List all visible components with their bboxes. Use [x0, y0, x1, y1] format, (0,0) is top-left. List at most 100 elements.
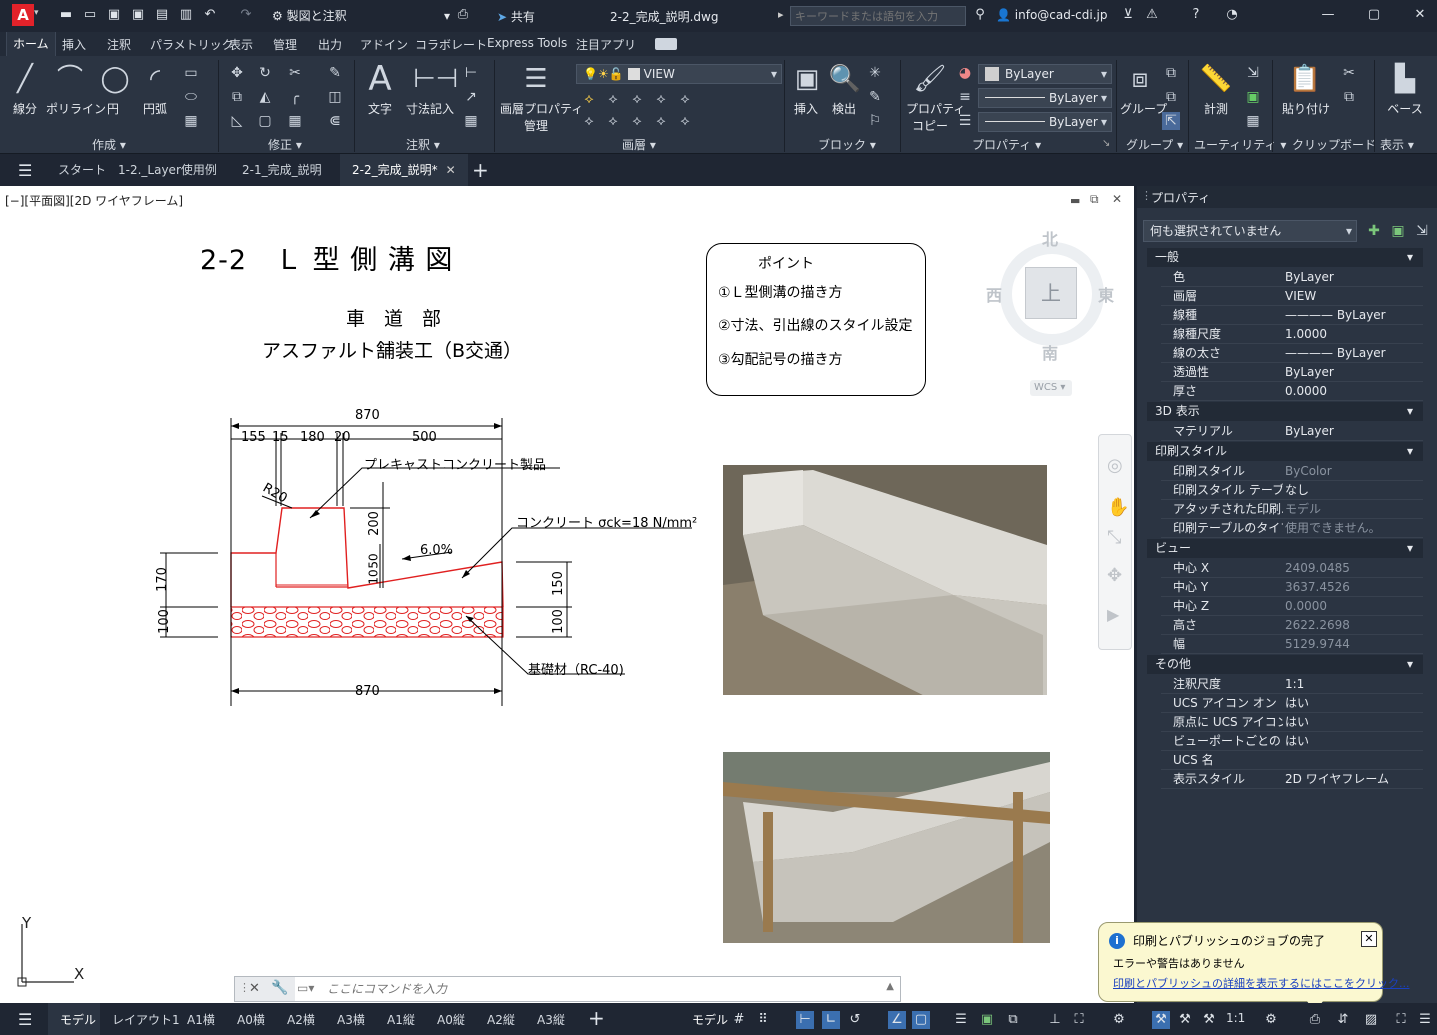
layer-lock-icon[interactable]: ⟡ — [652, 90, 670, 108]
mirror-icon[interactable]: ◭ — [256, 88, 274, 106]
trim-icon[interactable]: ✂ — [286, 64, 304, 82]
doc-tab-start[interactable]: スタート — [58, 161, 106, 178]
property-row[interactable]: 中心 Z 0.0000 — [1161, 597, 1423, 616]
quick-select-icon[interactable]: ⇲ — [1244, 64, 1262, 82]
save-as-icon[interactable]: ▣ — [130, 7, 146, 23]
isodraft-icon[interactable]: ∠ — [888, 1011, 906, 1029]
close-icon[interactable]: ✕ — [1412, 7, 1428, 23]
property-row[interactable]: 色 ByLayer — [1161, 268, 1423, 287]
leader-icon[interactable]: ↗ — [462, 88, 480, 106]
infer-constraints-icon[interactable]: ⊢ — [796, 1011, 814, 1029]
groups-panel-title[interactable]: グループ ▾ — [1126, 136, 1183, 153]
annotation-panel-title[interactable]: 注釈 ▾ — [406, 136, 440, 153]
tab-output[interactable]: 出力 — [318, 36, 342, 53]
viewcube-top-face[interactable]: 上 — [1025, 267, 1077, 319]
layout-tab-layout1[interactable]: レイアウト1 — [112, 1011, 180, 1028]
lineweight-toggle-icon[interactable]: ☰ — [952, 1011, 970, 1029]
stay-connected-icon[interactable]: ◔ — [1224, 7, 1240, 23]
property-row[interactable]: 原点に UCS アイコン はい — [1161, 713, 1423, 732]
app-menu-arrow-icon[interactable]: ▾ — [34, 8, 39, 18]
attribute-icon[interactable]: ⚐ — [866, 112, 884, 130]
base-view-tool[interactable]: ▙ ベース — [1382, 62, 1428, 117]
layout-tab-model[interactable]: モデル — [60, 1011, 96, 1028]
layout-tab-a3-portrait[interactable]: A3縦 — [537, 1011, 565, 1028]
properties-panel-title[interactable]: プロパティ ▾ — [972, 136, 1041, 153]
property-row[interactable]: 表示スタイル 2D ワイヤフレーム — [1161, 770, 1423, 789]
property-row[interactable]: アタッチされた印刷... モデル — [1161, 500, 1423, 519]
property-row[interactable]: 線種尺度 1.0000 — [1161, 325, 1423, 344]
property-row[interactable]: 印刷テーブルのタイプ 使用できません。 — [1161, 519, 1423, 538]
layout-tab-a3-landscape[interactable]: A3横 — [337, 1011, 365, 1028]
property-row[interactable]: 線の太さ ———— ByLayer — [1161, 344, 1423, 363]
expand-arrow-icon[interactable]: ▸ — [778, 8, 784, 21]
share-drawing-icon[interactable]: ▥ — [178, 7, 194, 23]
tab-collaborate[interactable]: コラボレート — [415, 36, 487, 53]
measure-tool[interactable]: 📏 計測 — [1196, 62, 1236, 117]
property-row[interactable]: ビューポートごとの UCSはい — [1161, 732, 1423, 751]
undo-icon[interactable]: ↶ — [202, 7, 218, 23]
draw-panel-title[interactable]: 作成 ▾ — [92, 136, 126, 153]
edit-block-icon[interactable]: ✎ — [866, 88, 884, 106]
doc-tab-2-1[interactable]: 2-1_完成_説明 — [242, 161, 322, 178]
doc-tab-layer-example[interactable]: 1-2._Layer使用例 — [118, 161, 217, 178]
tab-featured-apps[interactable]: 注目アプリ — [576, 36, 636, 53]
hatch-icon[interactable]: ▦ — [182, 112, 200, 130]
search-input[interactable] — [790, 6, 966, 26]
command-history-arrow-icon[interactable]: ▲ — [886, 981, 894, 992]
move-icon[interactable]: ✥ — [228, 64, 246, 82]
copy-clip-icon[interactable]: ⧉ — [1340, 88, 1358, 106]
property-row[interactable]: 高さ 2622.2698 — [1161, 616, 1423, 635]
property-row[interactable]: 幅 5129.9744 — [1161, 635, 1423, 654]
ribbon-toggle-icon[interactable] — [655, 38, 677, 50]
ellipse-icon[interactable]: ⬭ — [182, 88, 200, 106]
text-tool[interactable]: A 文字 — [362, 62, 398, 117]
print-icon[interactable]: ⎙ — [455, 7, 471, 23]
minimize-icon[interactable]: — — [1320, 7, 1336, 23]
graphics-performance-icon[interactable]: ▨ — [1362, 1011, 1380, 1029]
gizmo-icon[interactable]: ⛶ — [1070, 1011, 1088, 1029]
workspace-switch-icon[interactable]: ⚙ — [1262, 1011, 1280, 1029]
lineweight-icon[interactable]: ☰ — [956, 112, 974, 130]
search-icon[interactable]: ⚲ — [972, 7, 988, 23]
explode-icon[interactable]: ◫ — [326, 88, 344, 106]
layout-tab-a2-portrait[interactable]: A2縦 — [487, 1011, 515, 1028]
group-edit-icon[interactable]: ⧉ — [1162, 88, 1180, 106]
tab-home[interactable]: ホーム — [6, 32, 56, 56]
notification-details-link[interactable]: 印刷とパブリッシュの詳細を表示するにはここをクリック... — [1113, 975, 1410, 991]
layout-tab-a2-landscape[interactable]: A2横 — [287, 1011, 315, 1028]
color-dropdown[interactable]: ByLayer — [978, 64, 1112, 84]
layout-tab-a0-landscape[interactable]: A0横 — [237, 1011, 265, 1028]
layers-panel-title[interactable]: 画層 ▾ — [622, 136, 656, 153]
annotation-visibility-icon[interactable]: ⚒ — [1152, 1011, 1170, 1029]
layout-tab-a1-portrait[interactable]: A1縦 — [387, 1011, 415, 1028]
group-select-icon[interactable]: ⇱ — [1162, 112, 1180, 130]
select-all-icon[interactable]: ▣ — [1244, 88, 1262, 106]
property-row[interactable]: 透過性 ByLayer — [1161, 363, 1423, 382]
match-properties-tool[interactable]: 🖌 プロパティ コピー — [906, 62, 965, 134]
linear-dim-icon[interactable]: ⊢ — [462, 64, 480, 82]
workspace-selector[interactable]: ⚙ 製図と注釈 ▾ — [272, 6, 450, 26]
property-section-header[interactable]: その他 — [1147, 655, 1423, 674]
rectangle-icon[interactable]: ▭ — [182, 64, 200, 82]
line-tool[interactable]: ╱ 線分 — [8, 62, 42, 117]
calculator-icon[interactable]: ▦ — [1244, 112, 1262, 130]
cut-icon[interactable]: ✂ — [1340, 64, 1358, 82]
ungroup-icon[interactable]: ⧉ — [1162, 64, 1180, 82]
toggle-pickadd-icon[interactable]: ✚ — [1365, 222, 1383, 240]
block-panel-title[interactable]: ブロック ▾ — [818, 136, 876, 153]
panel-launcher-icon[interactable]: ↘ — [1102, 138, 1110, 149]
viewcube-east[interactable]: 東 — [1098, 282, 1114, 306]
showmotion-icon[interactable]: ▶ — [1107, 605, 1119, 624]
publish-icon[interactable]: ▤ — [154, 7, 170, 23]
autoscale-icon[interactable]: ⚒ — [1176, 1011, 1194, 1029]
layer-walk-icon[interactable]: ⟡ — [676, 112, 694, 130]
command-input[interactable] — [327, 979, 867, 999]
doc-tab-2-2-active[interactable]: 2-2_完成_説明* ✕ — [340, 154, 468, 186]
steering-wheel-icon[interactable]: ◎ — [1107, 455, 1123, 476]
viewcube-north[interactable]: 北 — [1042, 226, 1058, 250]
polar-tracking-icon[interactable]: ↺ — [846, 1011, 864, 1029]
plot-status-icon[interactable]: ⎙ — [1306, 1011, 1324, 1029]
share-button[interactable]: ➤ 共有 — [497, 8, 535, 25]
object-snap-icon[interactable]: ▢ — [912, 1011, 930, 1029]
annotation-scale-icon[interactable]: ⚒ — [1200, 1011, 1218, 1029]
